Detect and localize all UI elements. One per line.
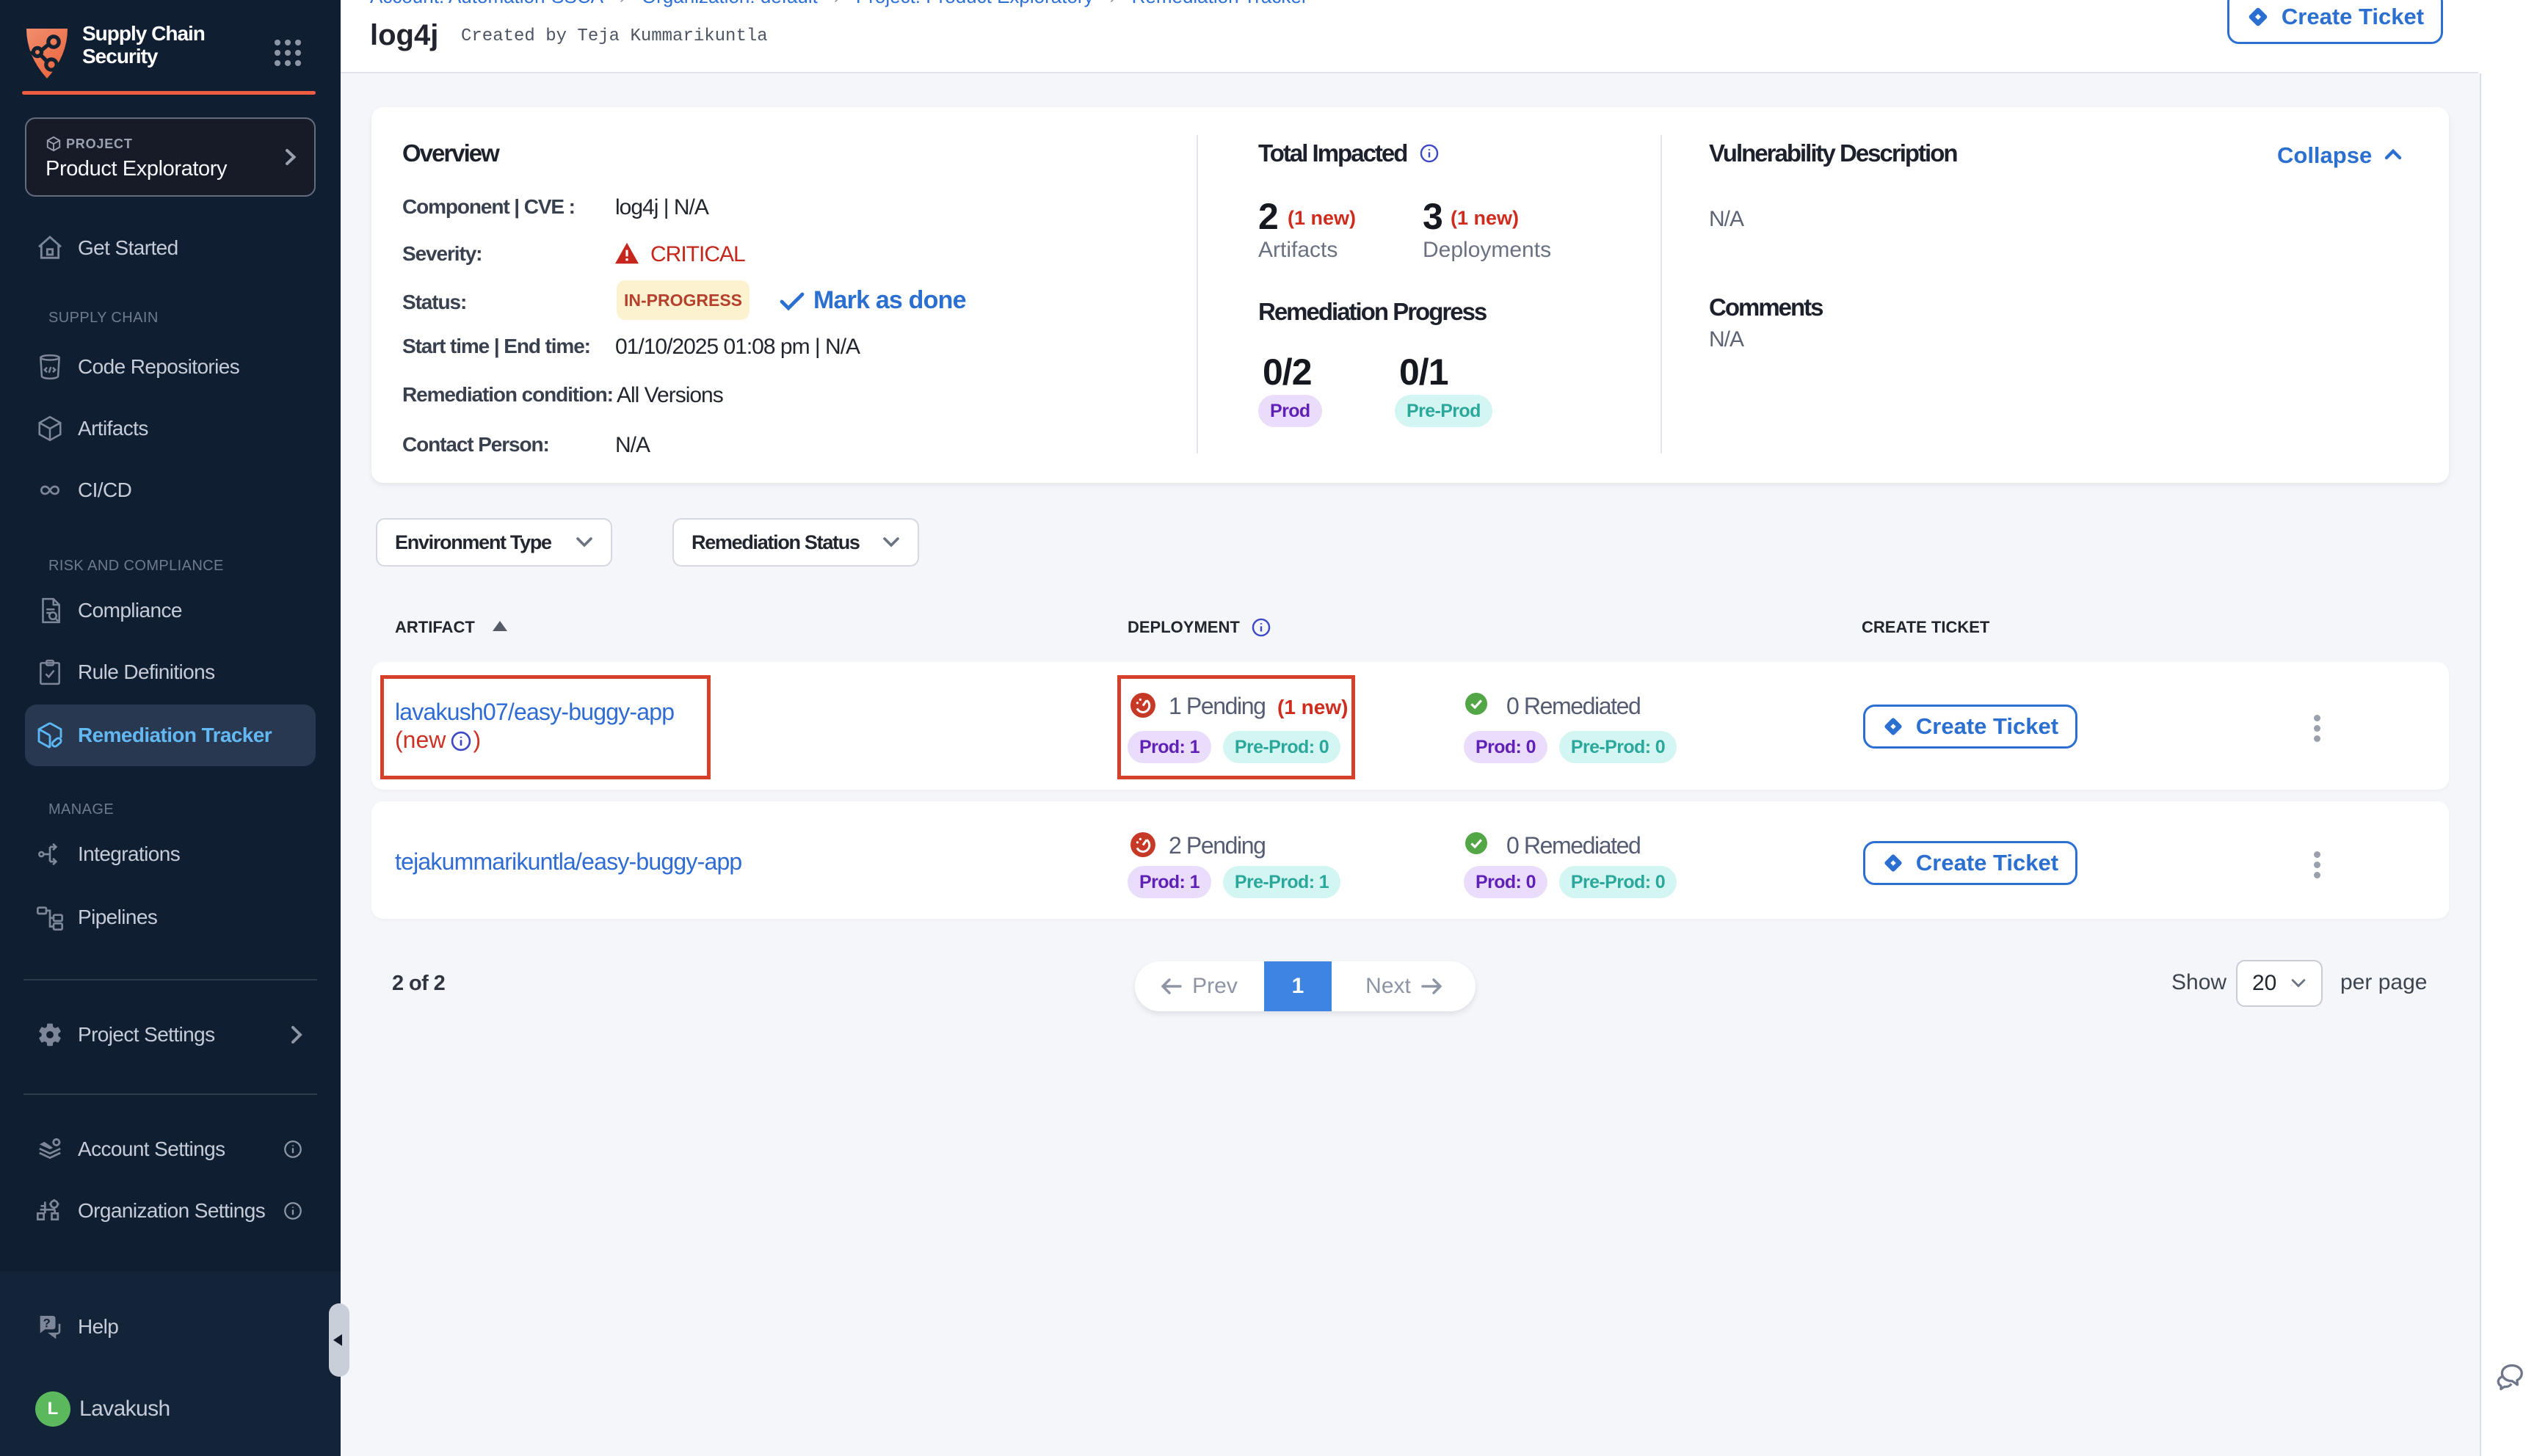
svg-text:?: ? [43,1317,51,1331]
